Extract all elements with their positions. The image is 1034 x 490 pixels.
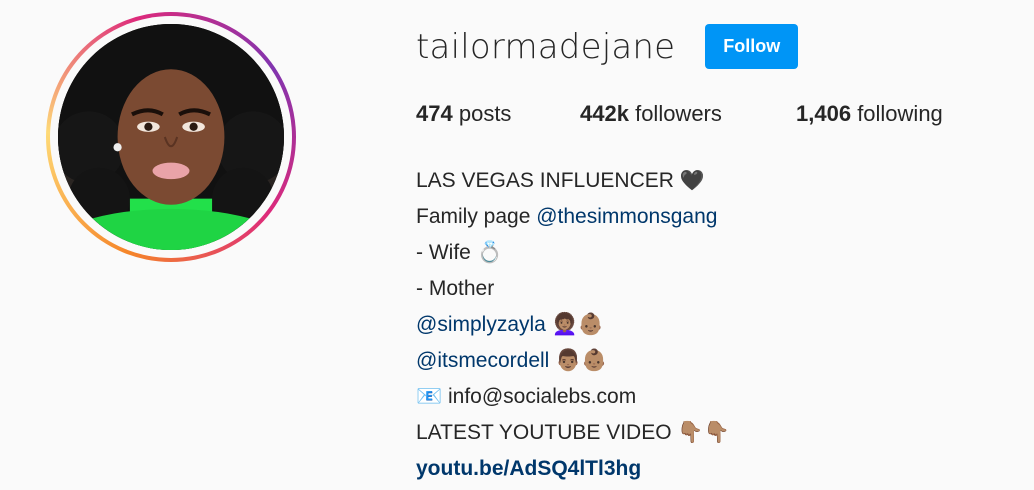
following-stat[interactable]: 1,406 following bbox=[796, 101, 943, 127]
pointing-down-icon: 👇🏽👇🏽 bbox=[671, 421, 730, 444]
bio-line-3: - Wife 💍 bbox=[416, 235, 730, 271]
story-ring[interactable] bbox=[46, 12, 296, 262]
follow-button[interactable]: Follow bbox=[705, 24, 799, 69]
bio-line-6: @itsmecordell 👨🏽👶🏽 bbox=[416, 343, 730, 379]
bio-line-9: youtu.be/AdSQ4lTl3hg bbox=[416, 451, 730, 487]
posts-stat[interactable]: 474 posts bbox=[416, 101, 580, 127]
email-icon: 📧 bbox=[416, 385, 443, 408]
emoji-pair-icon: 👨🏽👶🏽 bbox=[549, 349, 608, 372]
bio-line-7: 📧 info@socialebs.com bbox=[416, 379, 730, 415]
bio-line-2: Family page @thesimmonsgang bbox=[416, 199, 730, 235]
profile-stats: 474 posts 442k followers 1,406 following bbox=[416, 101, 943, 127]
bio-email: info@socialebs.com bbox=[442, 385, 637, 408]
external-link[interactable]: youtu.be/AdSQ4lTl3hg bbox=[416, 457, 641, 480]
following-count: 1,406 bbox=[796, 101, 852, 126]
following-label: following bbox=[857, 101, 943, 126]
emoji-pair-icon: 👩🏽‍🦱👶🏽 bbox=[545, 313, 604, 336]
black-heart-icon: 🖤 bbox=[679, 170, 705, 192]
avatar-gap bbox=[50, 16, 292, 258]
posts-count: 474 bbox=[416, 101, 453, 126]
bio-wife: - Wife bbox=[416, 241, 471, 264]
profile-header: tailormadejane Follow bbox=[416, 24, 799, 69]
bio-title: LAS VEGAS INFLUENCER bbox=[416, 169, 674, 192]
bio-mother: - Mother bbox=[416, 277, 495, 300]
avatar-image bbox=[58, 24, 284, 250]
bio-line-8: LATEST YOUTUBE VIDEO 👇🏽👇🏽 bbox=[416, 415, 730, 451]
avatar[interactable] bbox=[58, 24, 284, 250]
bio-line-1: LAS VEGAS INFLUENCER 🖤 bbox=[416, 163, 730, 199]
followers-label: followers bbox=[635, 101, 722, 126]
bio-line-5: @simplyzayla 👩🏽‍🦱👶🏽 bbox=[416, 307, 730, 343]
bio-youtube-label: LATEST YOUTUBE VIDEO bbox=[416, 421, 672, 444]
ring-icon: 💍 bbox=[476, 241, 503, 264]
posts-label: posts bbox=[458, 101, 512, 126]
username: tailormadejane bbox=[416, 26, 676, 67]
bio-line-4: - Mother bbox=[416, 271, 730, 307]
mention-thesimmonsgang[interactable]: @thesimmonsgang bbox=[536, 205, 717, 228]
followers-count: 442k bbox=[580, 101, 629, 126]
mention-simplyzayla[interactable]: @simplyzayla bbox=[416, 313, 546, 336]
followers-stat[interactable]: 442k followers bbox=[580, 101, 796, 127]
bio: LAS VEGAS INFLUENCER 🖤 Family page @thes… bbox=[416, 163, 730, 487]
bio-family-prefix: Family page bbox=[416, 205, 537, 228]
mention-itsmecordell[interactable]: @itsmecordell bbox=[416, 349, 549, 372]
